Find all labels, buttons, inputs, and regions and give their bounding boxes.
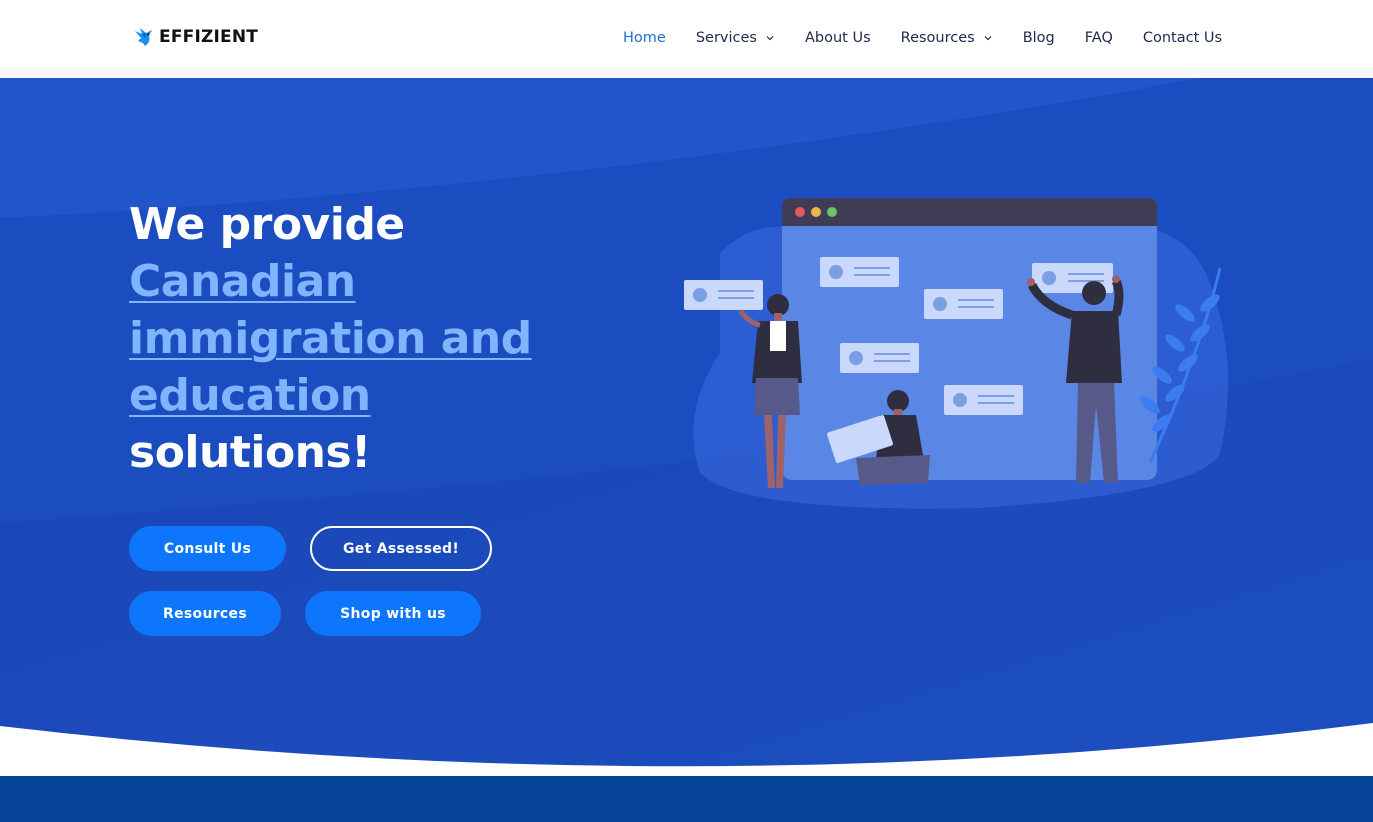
nav-faq-label: FAQ — [1084, 30, 1113, 46]
resources-button[interactable]: Resources — [129, 591, 281, 636]
shop-with-us-button[interactable]: Shop with us — [305, 591, 481, 636]
nav-blog[interactable]: Blog — [1023, 29, 1055, 47]
hero-heading-accent-1[interactable]: Canadian — [129, 253, 649, 310]
nav-services-label: Services — [695, 30, 757, 46]
nav-about-label: About Us — [804, 30, 871, 46]
hero-heading: We provide Canadian immigration and educ… — [129, 196, 649, 481]
nav-faq[interactable]: FAQ — [1085, 29, 1113, 47]
hero-heading-line1: We provide — [129, 199, 405, 250]
team-collaboration-illustration — [684, 198, 1228, 509]
hero-section: We provide Canadian immigration and educ… — [0, 78, 1373, 776]
hero-heading-line-end: solutions! — [129, 427, 371, 478]
chevron-down-icon — [766, 36, 774, 41]
brand-name: EFFIZIENT — [159, 27, 259, 47]
nav-resources-label: Resources — [900, 30, 975, 46]
nav-home[interactable]: Home — [623, 29, 666, 47]
consult-us-button[interactable]: Consult Us — [129, 526, 286, 571]
next-section-band — [0, 776, 1373, 822]
nav-home-label: Home — [623, 30, 666, 46]
nav-blog-label: Blog — [1022, 30, 1055, 46]
nav-contact-label: Contact Us — [1142, 30, 1223, 46]
hero-heading-accent-3[interactable]: education — [129, 367, 649, 424]
header-divider — [0, 67, 1373, 78]
bird-logo-icon — [135, 28, 152, 46]
hero-heading-accent-2[interactable]: immigration and — [129, 310, 649, 367]
get-assessed-button[interactable]: Get Assessed! — [310, 526, 492, 571]
nav-about-us[interactable]: About Us — [805, 29, 871, 47]
nav-services[interactable]: Services — [696, 29, 775, 47]
nav-contact-us[interactable]: Contact Us — [1143, 29, 1222, 47]
nav-resources[interactable]: Resources — [901, 29, 993, 47]
brand-logo[interactable]: EFFIZIENT — [133, 25, 258, 49]
chevron-down-icon — [984, 36, 992, 41]
site-header: EFFIZIENT Home Services About Us Resourc… — [0, 0, 1373, 67]
main-nav: Home Services About Us Resources Blog FA… — [623, 29, 1222, 47]
